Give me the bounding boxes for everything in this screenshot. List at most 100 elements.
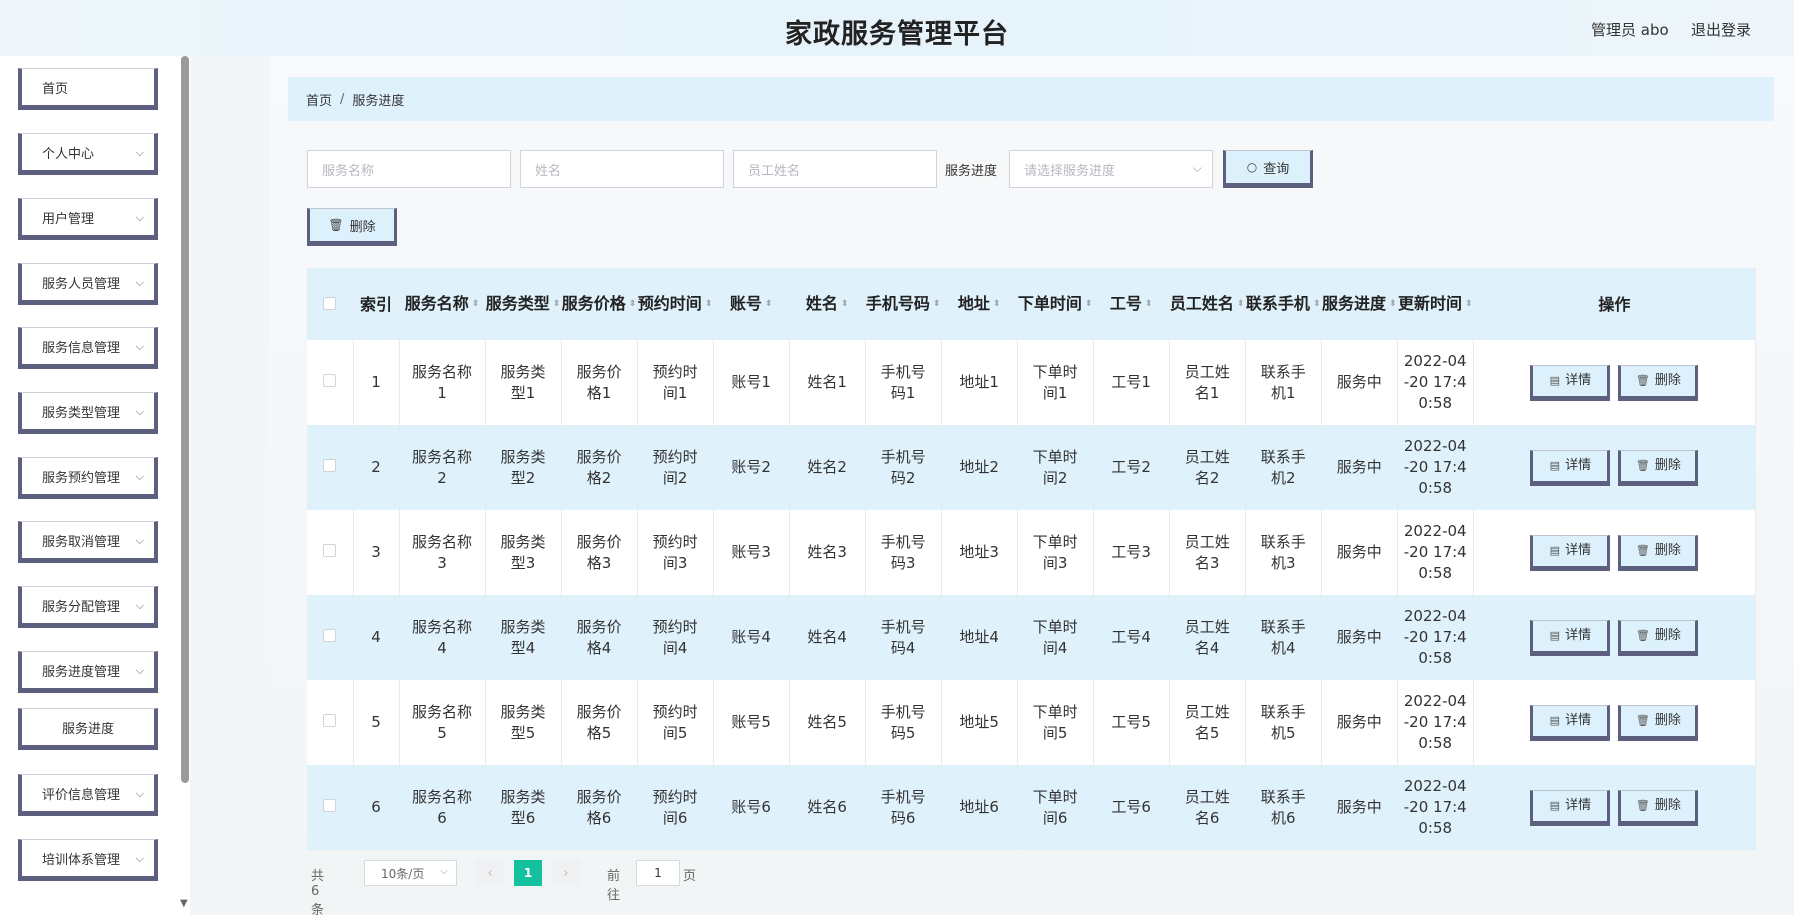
column-header[interactable]: 员工姓名 ⬍: [1169, 268, 1246, 340]
column-header[interactable]: 服务名称 ⬍: [399, 268, 486, 340]
row-checkbox[interactable]: [323, 544, 337, 557]
column-header[interactable]: 索引: [353, 268, 400, 340]
sort-icon[interactable]: ⬍: [993, 294, 1001, 315]
column-header[interactable]: 联系手机 ⬍: [1245, 268, 1322, 340]
row-checkbox[interactable]: [323, 714, 337, 727]
column-header[interactable]: 账号 ⬍: [713, 268, 790, 340]
row-checkbox[interactable]: [323, 629, 337, 642]
cell-staff-name: 员工姓名1: [1169, 340, 1246, 425]
sort-icon[interactable]: ⬍: [553, 294, 561, 315]
sort-icon[interactable]: ⬍: [1313, 294, 1321, 315]
sidebar-item[interactable]: 服务进度管理 ⌵: [18, 651, 158, 693]
sort-icon[interactable]: ⬍: [765, 294, 773, 315]
progress-select[interactable]: 请选择服务进度 ⌵: [1009, 150, 1213, 188]
select-all-checkbox[interactable]: [323, 296, 337, 310]
cell-index: 6: [353, 765, 400, 850]
sort-icon[interactable]: ⬍: [1465, 294, 1473, 315]
column-header[interactable]: 姓名 ⬍: [789, 268, 866, 340]
cell-updated: 2022-04-20 17:40:58: [1397, 510, 1474, 595]
logout-link[interactable]: 退出登录: [1691, 19, 1751, 40]
sidebar-item[interactable]: 评价信息管理 ⌵: [18, 774, 158, 816]
cell-staff-no: 工号3: [1093, 510, 1170, 595]
page-size-select[interactable]: 10条/页 ⌵: [364, 860, 457, 886]
delete-button-label: 删除: [1654, 798, 1681, 813]
cell-account: 账号6: [713, 765, 790, 850]
sidebar-item[interactable]: 用户管理 ⌵: [18, 198, 158, 240]
sidebar-item[interactable]: 服务类型管理 ⌵: [18, 392, 158, 434]
staff-name-input[interactable]: 员工姓名: [733, 150, 937, 188]
bulk-delete-button[interactable]: 🗑 删除: [307, 208, 397, 246]
column-header[interactable]: 工号 ⬍: [1093, 268, 1170, 340]
delete-button-label: 删除: [1654, 713, 1681, 728]
sort-icon[interactable]: ⬍: [841, 294, 849, 315]
row-checkbox[interactable]: [323, 799, 337, 812]
detail-button[interactable]: ▤ 详情: [1530, 534, 1611, 571]
sidebar-item[interactable]: 服务预约管理 ⌵: [18, 457, 158, 499]
delete-button[interactable]: 🗑 删除: [1618, 364, 1699, 401]
sidebar-item-label: 服务人员管理: [42, 276, 121, 292]
column-header-label: 服务名称: [404, 294, 469, 313]
column-header[interactable]: 地址 ⬍: [941, 268, 1018, 340]
delete-button[interactable]: 🗑 删除: [1618, 619, 1699, 656]
column-header[interactable]: 服务进度 ⬍: [1321, 268, 1398, 340]
cell-order-time: 下单时间1: [1017, 340, 1094, 425]
column-header[interactable]: 服务类型 ⬍: [485, 268, 562, 340]
detail-button-label: 详情: [1565, 798, 1592, 813]
sidebar-item[interactable]: 个人中心 ⌵: [18, 133, 158, 175]
row-checkbox[interactable]: [323, 374, 337, 387]
cell-appointment: 预约时间6: [637, 765, 714, 850]
sidebar-item[interactable]: 首页: [18, 68, 158, 110]
delete-button[interactable]: 🗑 删除: [1618, 534, 1699, 571]
detail-button[interactable]: ▤ 详情: [1530, 449, 1611, 486]
goto-label: 前往: [607, 869, 621, 903]
cell-progress: 服务中: [1321, 425, 1398, 510]
sort-icon[interactable]: ⬍: [1389, 294, 1397, 315]
goto-page-input[interactable]: 1: [636, 860, 680, 886]
delete-button-label: 删除: [1654, 628, 1681, 643]
cell-appointment: 预约时间5: [637, 680, 714, 765]
search-button[interactable]: ○ 查询: [1223, 150, 1313, 188]
sort-icon[interactable]: ⬍: [629, 294, 637, 315]
breadcrumb-home[interactable]: 首页: [306, 90, 332, 109]
sidebar-item[interactable]: 服务分配管理 ⌵: [18, 586, 158, 628]
column-header[interactable]: 服务价格 ⬍: [561, 268, 638, 340]
sidebar-item[interactable]: 服务取消管理 ⌵: [18, 521, 158, 563]
column-header[interactable]: 手机号码 ⬍: [865, 268, 942, 340]
cell-staff-no: 工号1: [1093, 340, 1170, 425]
prev-page-button[interactable]: ‹: [476, 860, 504, 886]
row-checkbox[interactable]: [323, 459, 337, 472]
sidebar-item[interactable]: 培训体系管理 ⌵: [18, 839, 158, 881]
sidebar-item-label: 服务取消管理: [42, 534, 121, 550]
sidebar-item[interactable]: 服务信息管理 ⌵: [18, 327, 158, 369]
sort-icon[interactable]: ⬍: [472, 294, 480, 315]
delete-button[interactable]: 🗑 删除: [1618, 704, 1699, 741]
table-row: 2 服务名称2 服务类型2 服务价格2 预约时间2 账号2 姓名2 手机号码2 地址2 下单时间2…: [307, 425, 1757, 510]
column-header[interactable]: 下单时间 ⬍: [1017, 268, 1094, 340]
cell-address: 地址1: [941, 340, 1018, 425]
sidebar-scrollbar[interactable]: [181, 56, 189, 783]
delete-button[interactable]: 🗑 删除: [1618, 789, 1699, 826]
chevron-down-icon: ⌵: [135, 664, 144, 677]
current-page-button[interactable]: 1: [514, 860, 542, 886]
detail-button[interactable]: ▤ 详情: [1530, 704, 1611, 741]
detail-button[interactable]: ▤ 详情: [1530, 619, 1611, 656]
sort-icon[interactable]: ⬍: [1145, 294, 1153, 315]
sort-icon[interactable]: ⬍: [933, 294, 941, 315]
sort-icon[interactable]: ⬍: [1085, 294, 1093, 315]
chevron-down-icon: ⌵: [135, 470, 144, 483]
column-header[interactable]: 更新时间 ⬍: [1397, 268, 1474, 340]
scroll-down-icon[interactable]: ▼: [180, 898, 188, 909]
delete-button[interactable]: 🗑 删除: [1618, 449, 1699, 486]
sort-icon[interactable]: ⬍: [1237, 294, 1245, 315]
detail-button[interactable]: ▤ 详情: [1530, 789, 1611, 826]
next-page-button[interactable]: ›: [552, 860, 580, 886]
name-input[interactable]: 姓名: [520, 150, 724, 188]
sidebar-item[interactable]: 服务人员管理 ⌵: [18, 263, 158, 305]
cell-account: 账号3: [713, 510, 790, 595]
detail-button[interactable]: ▤ 详情: [1530, 364, 1611, 401]
column-header[interactable]: 预约时间 ⬍: [637, 268, 714, 340]
sidebar-item[interactable]: 服务进度: [18, 708, 158, 750]
cell-service-name: 服务名称3: [399, 510, 486, 595]
service-name-input[interactable]: 服务名称: [307, 150, 511, 188]
sort-icon[interactable]: ⬍: [705, 294, 713, 315]
